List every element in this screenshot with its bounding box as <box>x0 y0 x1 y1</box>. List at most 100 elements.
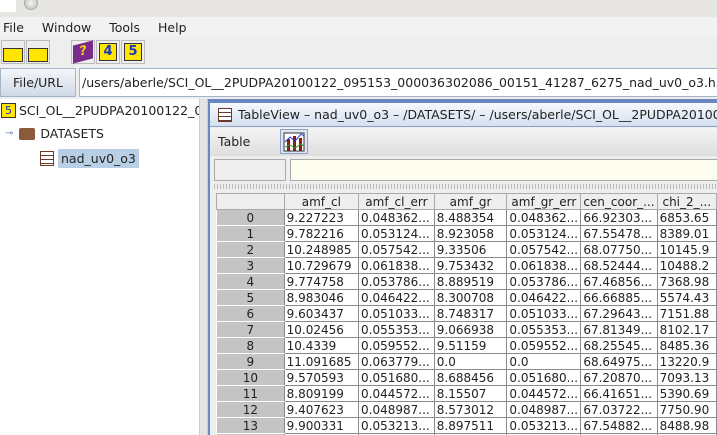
table-cell[interactable]: 8.889519 <box>433 273 508 290</box>
close-file-button[interactable] <box>26 40 50 64</box>
table-cell[interactable]: 7093.13 <box>656 369 717 386</box>
table-cell[interactable]: 68.52444... <box>580 257 658 274</box>
table-cell[interactable]: 0.061838... <box>506 257 582 274</box>
table-cell[interactable]: 67.29643... <box>580 305 658 322</box>
table-cell[interactable]: 8389.01 <box>656 225 717 242</box>
table-cell[interactable]: 68.64975... <box>580 353 658 370</box>
table-cell[interactable]: 8.923058 <box>433 225 508 242</box>
help-button[interactable]: ? <box>71 40 95 64</box>
table-cell[interactable]: 0.053786... <box>506 273 582 290</box>
table-cell[interactable]: 7368.98 <box>656 273 717 290</box>
table-cell[interactable]: 9.33506 <box>433 241 508 258</box>
table-cell[interactable]: 68.25545... <box>580 337 658 354</box>
tree-expander-icon[interactable]: ⊸ <box>5 128 13 139</box>
table-cell[interactable]: 8.983046 <box>283 289 360 306</box>
row-header[interactable]: 3 <box>216 257 285 274</box>
table-cell[interactable]: 67.46856... <box>580 273 658 290</box>
table-cell[interactable]: 0.059552... <box>358 337 435 354</box>
table-cell[interactable]: 10.02456 <box>283 321 360 338</box>
table-cell[interactable]: 8.300708 <box>433 289 508 306</box>
table-cell[interactable]: 0.057542... <box>506 241 582 258</box>
table-cell[interactable]: 0.051033... <box>358 305 435 322</box>
table-cell[interactable]: 5390.69 <box>656 385 717 402</box>
table-cell[interactable]: 7151.88 <box>656 305 717 322</box>
table-cell[interactable]: 8485.36 <box>656 337 717 354</box>
table-cell[interactable]: 8.748317 <box>433 305 508 322</box>
split-divider[interactable] <box>214 184 717 189</box>
table-cell[interactable]: 8488.98 <box>656 417 717 434</box>
table-cell[interactable]: 9.603437 <box>283 305 360 322</box>
table-cell[interactable]: 0.0 <box>506 353 582 370</box>
row-header[interactable]: 6 <box>216 305 285 322</box>
table-cell[interactable]: 0.053786... <box>358 273 435 290</box>
row-header[interactable]: 0 <box>216 209 285 226</box>
table-cell[interactable]: 9.570593 <box>283 369 360 386</box>
table-cell[interactable]: 0.055353... <box>506 321 582 338</box>
column-header[interactable]: cen_coor_... <box>580 193 658 210</box>
table-cell[interactable]: 9.782216 <box>283 225 360 242</box>
table-cell[interactable]: 0.0 <box>433 353 508 370</box>
table-cell[interactable]: 67.55478... <box>580 225 658 242</box>
table-cell[interactable]: 68.07750... <box>580 241 658 258</box>
table-cell[interactable]: 10.729679 <box>283 257 360 274</box>
table-cell[interactable]: 0.044572... <box>358 385 435 402</box>
row-header[interactable]: 13 <box>216 417 285 434</box>
table-cell[interactable]: 7750.90 <box>656 401 717 418</box>
row-header[interactable]: 8 <box>216 337 285 354</box>
hdf4-library-button[interactable]: 4 <box>96 40 120 64</box>
menu-tools[interactable]: Tools <box>109 20 140 35</box>
table-cell[interactable]: 10.4339 <box>283 337 360 354</box>
table-cell[interactable]: 6853.65 <box>656 209 717 226</box>
table-cell[interactable]: 8.897511 <box>433 417 508 434</box>
row-header[interactable]: 7 <box>216 321 285 338</box>
table-cell[interactable]: 8.573012 <box>433 401 508 418</box>
table-cell[interactable]: 8.688456 <box>433 369 508 386</box>
column-header[interactable]: amf_gr <box>433 193 508 210</box>
table-cell[interactable]: 66.41651... <box>580 385 658 402</box>
table-cell[interactable]: 11.091685 <box>283 353 360 370</box>
table-cell[interactable]: 9.774758 <box>283 273 360 290</box>
table-cell[interactable]: 0.048362... <box>358 209 435 226</box>
table-cell[interactable]: 9.753432 <box>433 257 508 274</box>
table-cell[interactable]: 0.046422... <box>506 289 582 306</box>
table-cell[interactable]: 0.051680... <box>358 369 435 386</box>
table-cell[interactable]: 0.061838... <box>358 257 435 274</box>
table-cell[interactable]: 9.407623 <box>283 401 360 418</box>
table-cell[interactable]: 0.059552... <box>506 337 582 354</box>
column-header[interactable]: amf_cl_err <box>358 193 435 210</box>
row-header[interactable]: 1 <box>216 225 285 242</box>
chart-button[interactable] <box>280 129 308 154</box>
table-cell[interactable]: 13220.9 <box>656 353 717 370</box>
row-header[interactable]: 12 <box>216 401 285 418</box>
splitter-handle[interactable] <box>199 99 208 435</box>
table-cell[interactable]: 10488.2 <box>656 257 717 274</box>
tableview-title-bar[interactable]: TableView – nad_uv0_o3 – /DATASETS/ – /u… <box>210 103 717 127</box>
hdf5-library-button[interactable]: 5 <box>121 40 145 64</box>
column-header[interactable]: amf_gr_err <box>506 193 582 210</box>
open-file-button[interactable] <box>1 40 25 64</box>
menu-window[interactable]: Window <box>42 20 91 35</box>
tree-root-file[interactable]: 5 SCI_OL__2PUDPA20100122_095153_00003630… <box>1 103 199 118</box>
window-close-button[interactable] <box>24 0 38 10</box>
table-cell[interactable]: 66.66885... <box>580 289 658 306</box>
menu-help[interactable]: Help <box>158 20 187 35</box>
menu-table[interactable]: Table <box>218 134 250 149</box>
row-header[interactable]: 11 <box>216 385 285 402</box>
menu-file[interactable]: File <box>3 20 24 35</box>
table-cell[interactable]: 5574.43 <box>656 289 717 306</box>
table-cell[interactable]: 0.053124... <box>358 225 435 242</box>
table-cell[interactable]: 9.227223 <box>283 209 360 226</box>
table-cell[interactable]: 67.20870... <box>580 369 658 386</box>
cell-value-input[interactable] <box>290 159 717 181</box>
row-header[interactable]: 4 <box>216 273 285 290</box>
table-cell[interactable]: 67.03722... <box>580 401 658 418</box>
table-cell[interactable]: 0.057542... <box>358 241 435 258</box>
table-cell[interactable]: 8.15507 <box>433 385 508 402</box>
table-cell[interactable]: 10.248985 <box>283 241 360 258</box>
table-cell[interactable]: 0.053124... <box>506 225 582 242</box>
table-cell[interactable]: 9.51159 <box>433 337 508 354</box>
tree-dataset-nad-uv0-o3[interactable]: nad_uv0_o3 <box>40 149 139 168</box>
table-cell[interactable]: 8102.17 <box>656 321 717 338</box>
table-cell[interactable]: 8.809199 <box>283 385 360 402</box>
table-cell[interactable]: 0.048987... <box>506 401 582 418</box>
